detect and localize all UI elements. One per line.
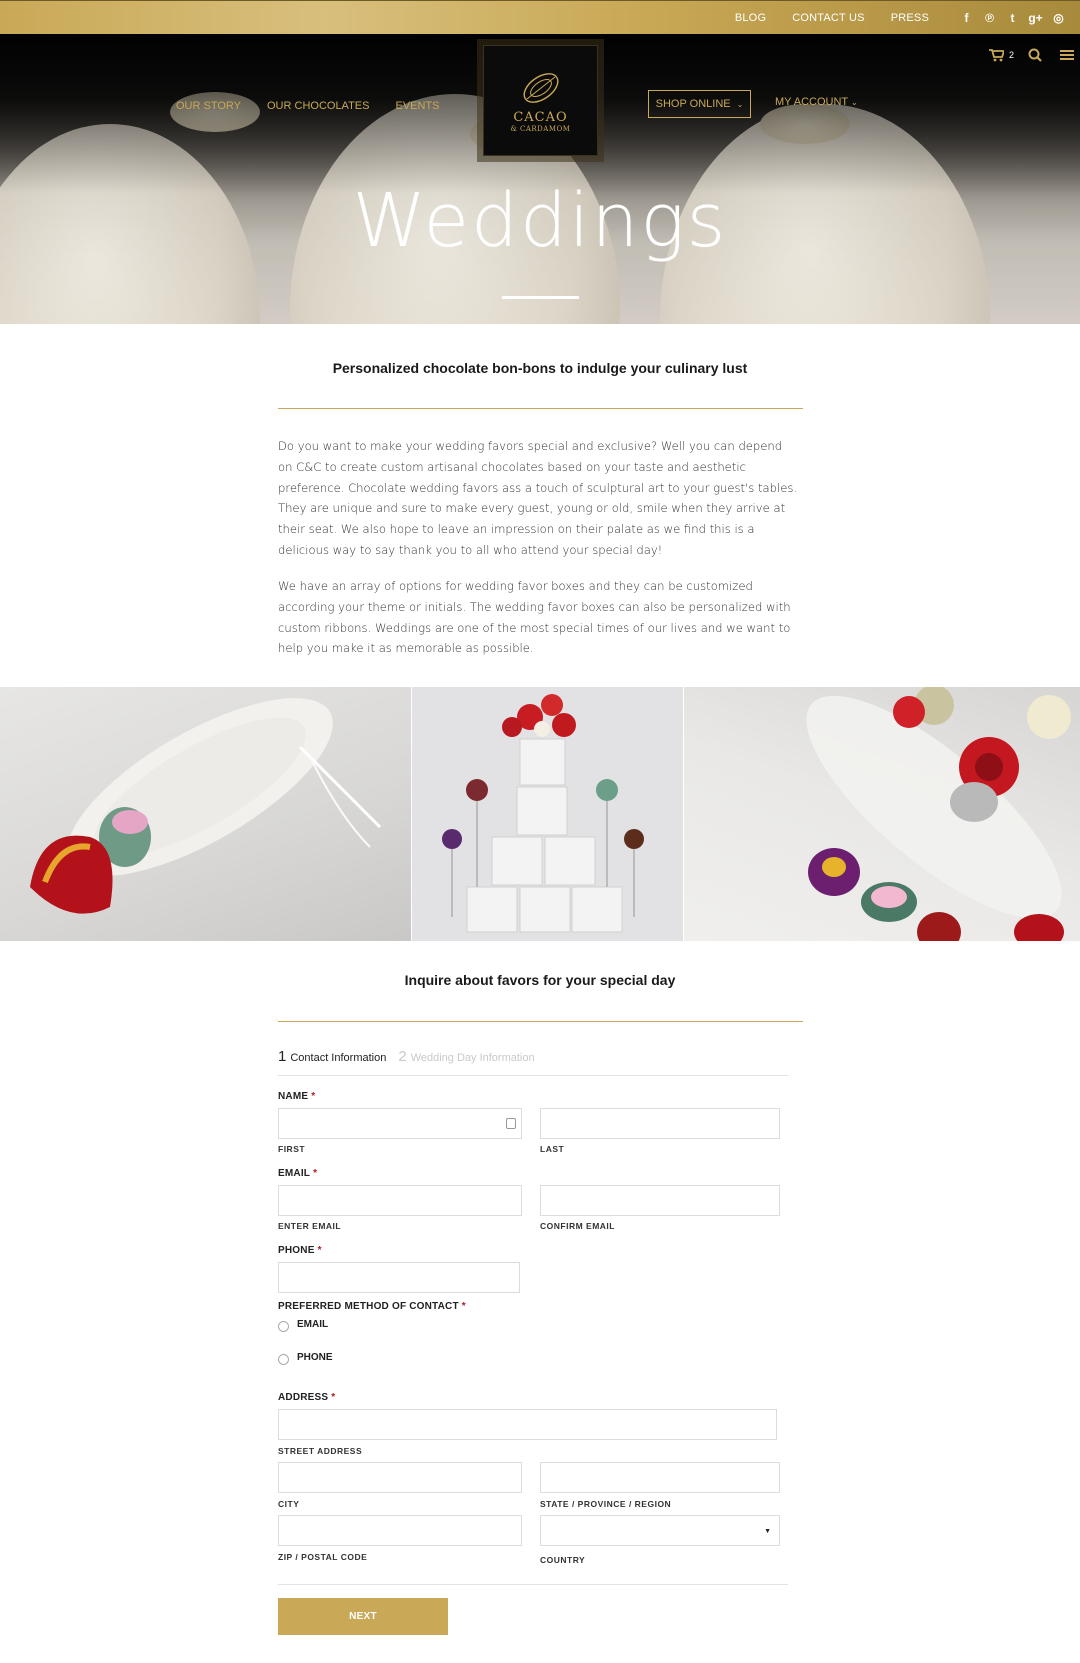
zip-input[interactable] bbox=[278, 1515, 522, 1546]
required-marker: * bbox=[331, 1392, 336, 1403]
main-nav-left: OUR STORY OUR CHOCOLATES EVENTS bbox=[176, 96, 466, 116]
gallery-image-favor-box-tower bbox=[412, 687, 683, 941]
nav-our-chocolates[interactable]: OUR CHOCOLATES bbox=[267, 100, 369, 112]
cart-icon[interactable] bbox=[988, 48, 1004, 62]
step-contact-information: Contact Information bbox=[290, 1052, 387, 1064]
state-sublabel: STATE / PROVINCE / REGION bbox=[540, 1499, 672, 1509]
my-account-label: MY ACCOUNT bbox=[775, 96, 848, 108]
menu-icon[interactable] bbox=[1060, 49, 1074, 61]
autofill-icon[interactable] bbox=[506, 1118, 516, 1129]
step-number-inactive: 2 bbox=[398, 1048, 407, 1065]
logo-subline: & CARDAMOM bbox=[510, 125, 571, 133]
header-icons: 2 bbox=[975, 48, 1074, 62]
address-label-text: ADDRESS bbox=[278, 1392, 329, 1403]
preferred-contact-label-text: PREFERRED METHOD OF CONTACT bbox=[278, 1301, 459, 1312]
first-sublabel: FIRST bbox=[278, 1144, 306, 1154]
address-label: ADDRESS * bbox=[278, 1392, 335, 1403]
contact-email-radio-label: EMAIL bbox=[297, 1319, 329, 1330]
zip-sublabel: ZIP / POSTAL CODE bbox=[278, 1552, 368, 1562]
form-divider bbox=[278, 1584, 788, 1585]
gallery-image-chocolates-roses bbox=[684, 687, 1080, 941]
nav-our-story[interactable]: OUR STORY bbox=[176, 100, 241, 112]
phone-input[interactable] bbox=[278, 1262, 520, 1293]
gallery-image-organza-bag bbox=[0, 687, 411, 941]
cacao-pod-icon bbox=[523, 73, 558, 103]
blog-link[interactable]: BLOG bbox=[735, 12, 766, 24]
country-select[interactable]: ▼ bbox=[540, 1515, 780, 1546]
google-plus-icon[interactable]: g+ bbox=[1024, 11, 1047, 25]
intro-heading: Personalized chocolate bon-bons to indul… bbox=[332, 360, 748, 376]
inquire-heading: Inquire about favors for your special da… bbox=[404, 972, 676, 988]
page-title: Weddings bbox=[352, 178, 728, 264]
utility-links: BLOG CONTACT US PRESS f ℗ t g+ ◎ bbox=[735, 1, 1070, 35]
nav-events[interactable]: EVENTS bbox=[395, 100, 439, 112]
my-account-menu[interactable]: MY ACCOUNT ⌄ bbox=[775, 96, 858, 108]
next-button[interactable]: NEXT bbox=[278, 1598, 448, 1635]
city-sublabel: CITY bbox=[278, 1499, 300, 1509]
email-label: EMAIL * bbox=[278, 1168, 317, 1179]
twitter-icon[interactable]: t bbox=[1001, 11, 1024, 25]
instagram-icon[interactable]: ◎ bbox=[1047, 11, 1070, 25]
chevron-down-icon: ⌄ bbox=[736, 99, 744, 109]
step-wedding-day-information: Wedding Day Information bbox=[410, 1052, 535, 1064]
pinterest-icon[interactable]: ℗ bbox=[978, 11, 1001, 25]
email-input[interactable] bbox=[278, 1185, 522, 1216]
confirm-email-sublabel: CONFIRM EMAIL bbox=[540, 1221, 615, 1231]
dropdown-caret-icon: ▼ bbox=[764, 1528, 771, 1535]
step-number-active: 1 bbox=[278, 1048, 287, 1065]
street-address-input[interactable] bbox=[278, 1409, 777, 1440]
facebook-icon[interactable]: f bbox=[955, 11, 978, 25]
required-marker: * bbox=[311, 1091, 316, 1102]
photo-gallery bbox=[0, 687, 1080, 941]
hero-banner: OUR STORY OUR CHOCOLATES EVENTS CACAO & … bbox=[0, 34, 1080, 324]
first-name-input[interactable] bbox=[278, 1108, 522, 1139]
title-underline bbox=[502, 296, 579, 299]
phone-label: PHONE * bbox=[278, 1245, 322, 1256]
confirm-email-input[interactable] bbox=[540, 1185, 780, 1216]
shop-online-label: SHOP ONLINE bbox=[655, 98, 731, 110]
last-name-input[interactable] bbox=[540, 1108, 780, 1139]
contact-us-link[interactable]: CONTACT US bbox=[792, 12, 865, 24]
required-marker: * bbox=[313, 1168, 318, 1179]
required-marker: * bbox=[461, 1301, 466, 1312]
utility-bar: BLOG CONTACT US PRESS f ℗ t g+ ◎ bbox=[0, 0, 1080, 34]
divider bbox=[278, 408, 803, 409]
preferred-contact-label: PREFERRED METHOD OF CONTACT * bbox=[278, 1301, 466, 1312]
last-sublabel: LAST bbox=[540, 1144, 565, 1154]
enter-email-sublabel: ENTER EMAIL bbox=[278, 1221, 342, 1231]
press-link[interactable]: PRESS bbox=[891, 12, 929, 24]
city-input[interactable] bbox=[278, 1462, 522, 1493]
logo-wordmark: CACAO bbox=[513, 110, 568, 125]
contact-phone-radio[interactable] bbox=[278, 1354, 289, 1365]
intro-paragraph: We have an array of options for wedding … bbox=[278, 579, 791, 656]
name-label-text: NAME bbox=[278, 1091, 309, 1102]
search-icon[interactable] bbox=[1028, 48, 1042, 62]
contact-email-radio[interactable] bbox=[278, 1321, 289, 1332]
shop-online-button[interactable]: SHOP ONLINE ⌄ bbox=[648, 90, 751, 118]
chevron-down-icon: ⌄ bbox=[851, 98, 858, 107]
country-sublabel: COUNTRY bbox=[540, 1555, 586, 1565]
required-marker: * bbox=[317, 1245, 322, 1256]
contact-phone-radio-label: PHONE bbox=[297, 1352, 333, 1363]
phone-label-text: PHONE bbox=[278, 1245, 315, 1256]
cart-count: 2 bbox=[1008, 50, 1014, 60]
state-input[interactable] bbox=[540, 1462, 780, 1493]
email-label-text: EMAIL bbox=[278, 1168, 311, 1179]
form-progress-steps: 1 Contact Information 2 Wedding Day Info… bbox=[278, 1048, 788, 1076]
street-address-sublabel: STREET ADDRESS bbox=[278, 1446, 363, 1456]
divider bbox=[278, 1021, 803, 1022]
site-logo[interactable]: CACAO & CARDAMOM bbox=[483, 45, 598, 156]
name-label: NAME * bbox=[278, 1091, 315, 1102]
intro-paragraph: Do you want to make your wedding favors … bbox=[278, 439, 798, 557]
